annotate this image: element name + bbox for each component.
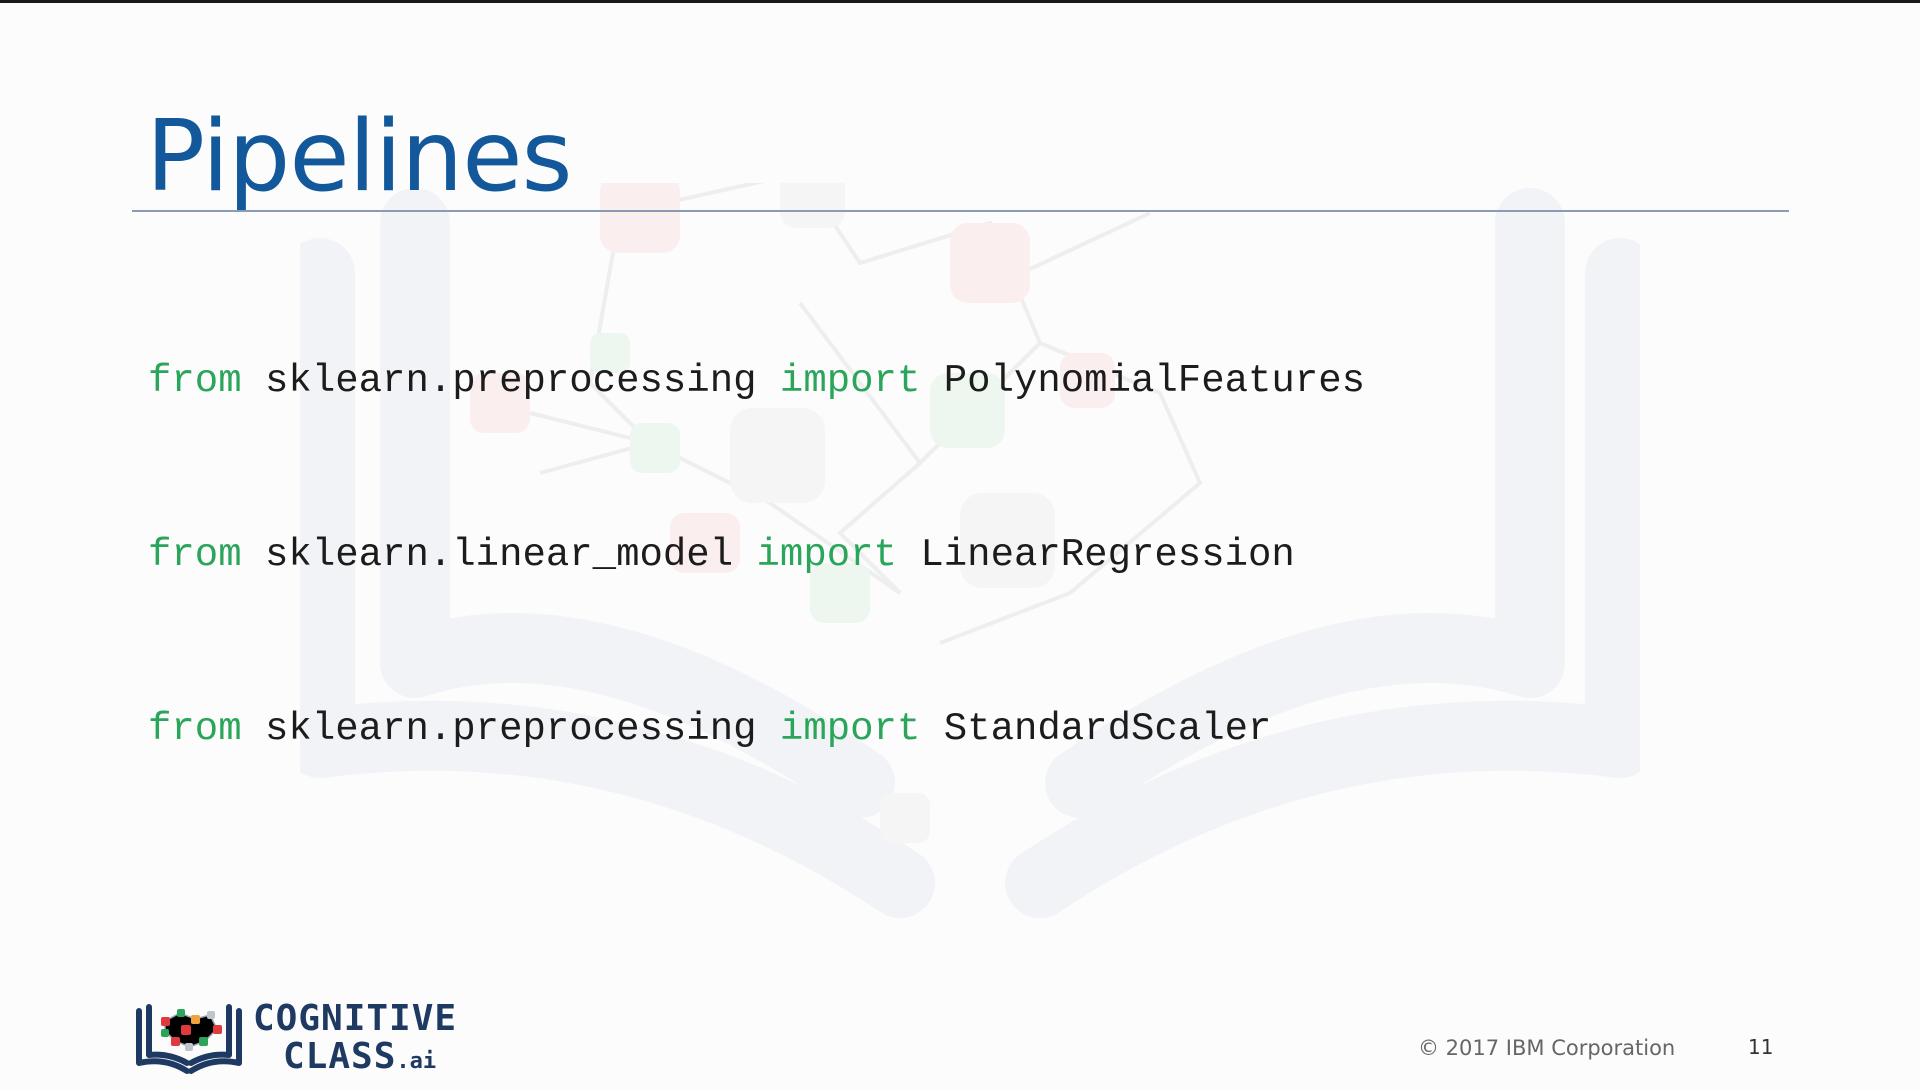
copyright-text: © 2017 IBM Corporation [1418,1036,1676,1060]
class-name: LinearRegression [896,533,1295,577]
keyword-import: import [779,707,921,751]
code-line: from sklearn.preprocessing import Polyno… [148,353,1365,439]
book-brain-logo-icon [136,1004,242,1074]
keyword-from: from [148,707,242,751]
slide: Pipelines from sklearn.preprocessing imp… [0,0,1920,1090]
keyword-from: from [148,359,242,403]
page-number: 11 [1748,1035,1774,1059]
module-name: sklearn.preprocessing [241,707,780,751]
keyword-from: from [148,533,242,577]
logo-class: CLASS [283,1036,397,1077]
class-name: PolynomialFeatures [920,359,1366,403]
keyword-import: import [756,533,897,577]
title-divider [132,210,1789,212]
logo-suffix: .ai [396,1049,437,1074]
cognitive-class-logo: COGNITIVE CLASS.ai [135,1001,457,1077]
logo-line-2: CLASS.ai [283,1039,457,1075]
code-line: from sklearn.linear_model import LinearR… [148,527,1365,613]
module-name: sklearn.preprocessing [241,359,780,403]
keyword-import: import [779,359,921,403]
logo-wordmark: COGNITIVE CLASS.ai [253,1001,457,1075]
logo-line-1: COGNITIVE [253,998,458,1039]
class-name: StandardScaler [920,707,1272,751]
page-title: Pipelines [146,100,573,214]
code-line: from sklearn.preprocessing import Standa… [148,701,1365,787]
module-name: sklearn.linear_model [241,533,757,577]
code-block: from sklearn.preprocessing import Polyno… [148,265,1365,875]
